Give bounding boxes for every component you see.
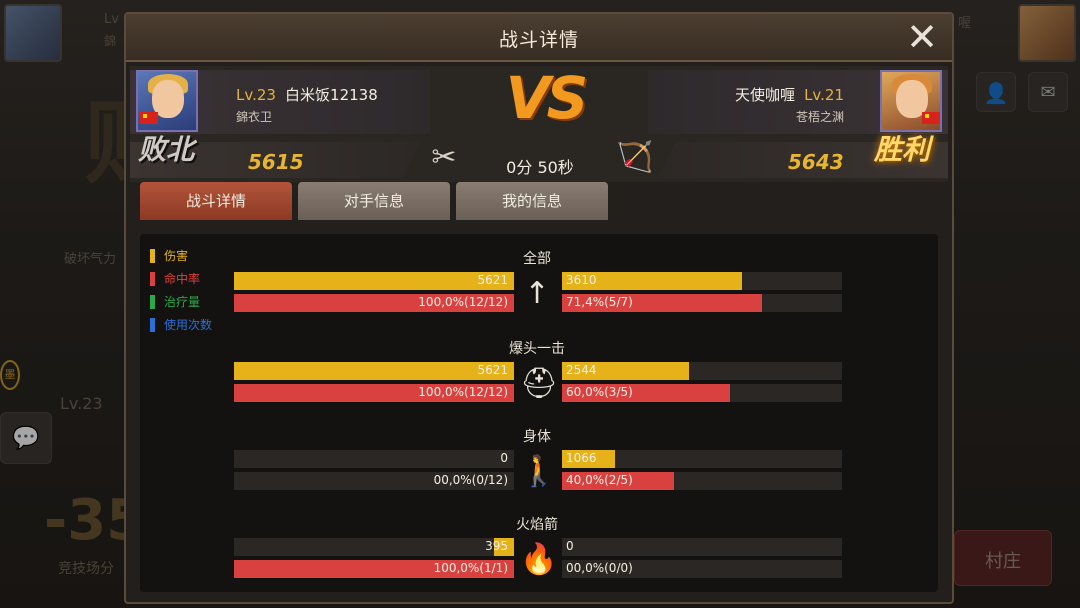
right-hit-rate-value: 00,0%(0/0) xyxy=(566,561,633,575)
left-player-strip: Lv.23 白米饭12138 錦衣卫 xyxy=(130,70,430,134)
bow-icon: 🏹 xyxy=(616,140,654,175)
category-title: 火焰箭 xyxy=(516,517,558,533)
legend-label: 使用次数 xyxy=(164,318,213,332)
left-damage-track xyxy=(234,538,514,556)
dialog-titlebar: 战斗详情 ✕ xyxy=(126,14,952,62)
left-damage-bar xyxy=(234,362,514,380)
legend: 伤害 命中率 治疗量 使用次数 xyxy=(150,246,212,338)
body-icon: 🚶 xyxy=(520,454,558,489)
match-header: Lv.23 白米饭12138 錦衣卫 败北 5615 ✂ VS 0分 50秒 天… xyxy=(130,64,948,182)
legend-label: 治疗量 xyxy=(164,295,201,309)
left-damage-value: 5621 xyxy=(477,363,508,377)
left-player-level: Lv.23 xyxy=(236,86,276,104)
legend-label: 伤害 xyxy=(164,249,189,263)
legend-swatch xyxy=(150,295,155,309)
game-screen: Lv 錦 喔 败 破坏气力 Lv.23 💬 墨 -35 竞技场分 👤 ✉ 村庄 … xyxy=(0,0,1080,608)
right-player-name: 天使咖喱 xyxy=(734,86,795,104)
right-damage-value: 2544 xyxy=(566,363,597,377)
left-hit-rate-value: 00,0%(0/12) xyxy=(433,473,508,487)
legend-label: 命中率 xyxy=(164,272,201,286)
dialog-title: 战斗详情 xyxy=(498,29,579,51)
category-title: 身体 xyxy=(523,429,551,445)
helmet-icon: ⛑ xyxy=(520,366,559,401)
left-damage-value: 0 xyxy=(500,451,508,465)
tab-battle-details[interactable]: 战斗详情 xyxy=(140,182,292,220)
crossed-arrows-icon: ✂ xyxy=(431,140,457,175)
right-player-guild: 苍梧之渊 xyxy=(795,110,844,124)
right-player-strip: 天使咖喱 Lv.21 苍梧之渊 xyxy=(648,70,948,134)
category-title: 爆头一击 xyxy=(509,341,565,357)
arrow-icon: ↑ xyxy=(524,276,550,311)
legend-item-damage: 伤害 xyxy=(150,246,212,269)
right-damage-value: 3610 xyxy=(566,273,597,287)
left-player-flag-icon xyxy=(140,112,158,124)
tab-my-info[interactable]: 我的信息 xyxy=(456,182,608,220)
right-damage-value: 1066 xyxy=(566,451,597,465)
left-damage-track xyxy=(234,450,514,468)
fire-icon: 🔥 xyxy=(520,542,558,577)
right-player-avatar[interactable] xyxy=(880,70,942,132)
right-player-flag-icon xyxy=(922,112,940,124)
close-button[interactable]: ✕ xyxy=(902,18,942,58)
left-result-label: 败北 xyxy=(138,133,195,166)
right-player-level: Lv.21 xyxy=(804,86,844,104)
right-hit-rate-value: 40,0%(2/5) xyxy=(566,473,633,487)
left-damage-value: 5621 xyxy=(477,273,508,287)
legend-swatch xyxy=(150,318,155,332)
left-hit-rate-value: 100,0%(12/12) xyxy=(418,385,508,399)
right-player-score: 5643 xyxy=(788,150,844,174)
vs-label: VS xyxy=(505,64,589,132)
right-hit-rate-value: 60,0%(3/5) xyxy=(566,385,633,399)
right-result-label: 胜利 xyxy=(874,133,931,166)
category-title: 全部 xyxy=(523,251,551,267)
tab-opponent-info[interactable]: 对手信息 xyxy=(298,182,450,220)
left-player-avatar[interactable] xyxy=(136,70,198,132)
legend-item-hit-rate: 命中率 xyxy=(150,269,212,292)
right-hit-rate-value: 71,4%(5/7) xyxy=(566,295,633,309)
stats-panel: 伤害 命中率 治疗量 使用次数 全部 ↑ 5621 3610 100,0%(12/12)… xyxy=(140,234,938,592)
left-player-name: 白米饭12138 xyxy=(285,86,378,104)
legend-item-healing: 治疗量 xyxy=(150,292,212,315)
left-player-score: 5615 xyxy=(248,150,304,174)
right-damage-value: 0 xyxy=(566,539,574,553)
close-icon: ✕ xyxy=(906,15,938,59)
left-hit-rate-value: 100,0%(12/12) xyxy=(418,295,508,309)
battle-timer: 0分 50秒 xyxy=(506,158,574,177)
legend-swatch xyxy=(150,272,155,286)
left-damage-bar xyxy=(234,272,514,290)
legend-item-uses: 使用次数 xyxy=(150,315,212,338)
left-hit-rate-value: 100,0%(1/1) xyxy=(433,561,508,575)
right-damage-track xyxy=(562,538,842,556)
battle-details-dialog: 战斗详情 ✕ Lv.23 白米饭12138 錦衣卫 败北 5615 ✂ VS 0… xyxy=(124,12,954,604)
left-player-guild: 錦衣卫 xyxy=(236,110,273,124)
left-damage-value: 395 xyxy=(485,539,508,553)
legend-swatch xyxy=(150,249,155,263)
